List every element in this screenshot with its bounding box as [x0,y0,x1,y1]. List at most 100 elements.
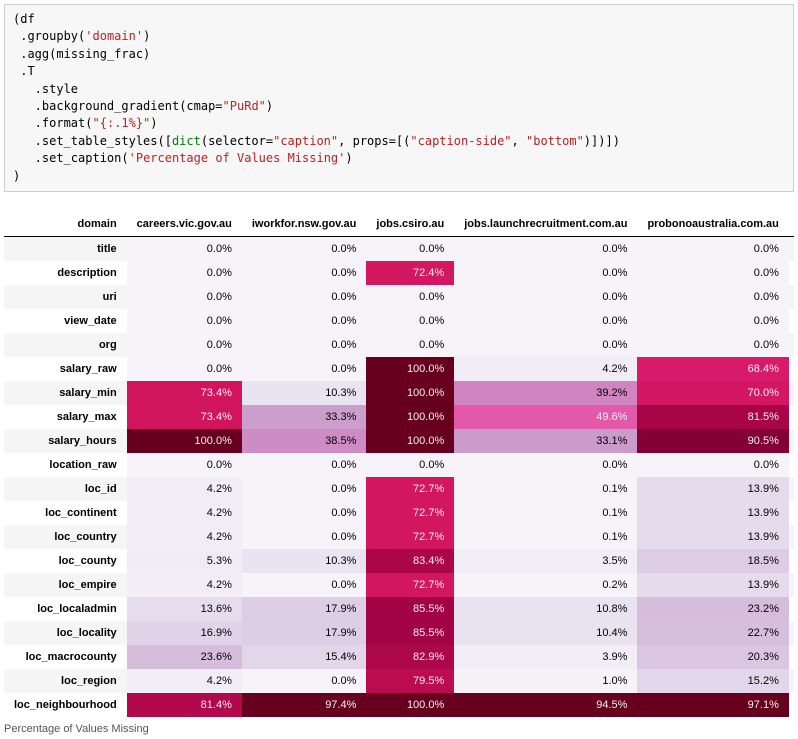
cell-truncated [789,405,794,429]
cell: 0.0% [242,669,367,693]
cell: 0.0% [637,261,788,285]
cell-truncated [789,261,794,285]
cell: 100.0% [366,429,454,453]
cell: 15.4% [242,645,367,669]
cell: 72.7% [366,477,454,501]
row-label: loc_locality [4,621,127,645]
cell: 0.0% [454,261,637,285]
cell: 0.0% [242,453,367,477]
cell: 0.1% [454,501,637,525]
table-row: salary_hours100.0%38.5%100.0%33.1%90.5% [4,429,794,453]
cell: 0.0% [127,236,242,261]
cell: 94.5% [454,693,637,717]
cell: 0.0% [454,453,637,477]
row-label: uri [4,285,127,309]
cell: 0.0% [242,501,367,525]
cell: 10.4% [454,621,637,645]
row-label: loc_county [4,549,127,573]
cell: 0.0% [242,236,367,261]
cell: 82.9% [366,645,454,669]
cell: 16.9% [127,621,242,645]
cell: 4.2% [127,669,242,693]
cell: 100.0% [366,381,454,405]
cell-truncated [789,525,794,549]
cell-truncated [789,573,794,597]
row-label: loc_region [4,669,127,693]
table-row: uri0.0%0.0%0.0%0.0%0.0% [4,285,794,309]
row-label: salary_max [4,405,127,429]
cell: 17.9% [242,597,367,621]
row-label: loc_continent [4,501,127,525]
cell: 0.0% [242,285,367,309]
row-label: loc_id [4,477,127,501]
cell: 0.0% [454,333,637,357]
cell: 97.1% [637,693,788,717]
cell: 18.5% [637,549,788,573]
cell: 81.4% [127,693,242,717]
cell: 0.0% [637,236,788,261]
cell-truncated [789,333,794,357]
cell: 0.0% [637,309,788,333]
cell: 90.5% [637,429,788,453]
cell: 0.0% [637,453,788,477]
cell: 0.0% [366,453,454,477]
cell: 0.0% [366,236,454,261]
cell: 0.0% [242,573,367,597]
cell-truncated [789,381,794,405]
cell: 0.0% [127,285,242,309]
cell: 5.3% [127,549,242,573]
cell-truncated [789,309,794,333]
cell: 100.0% [366,357,454,381]
cell: 0.1% [454,477,637,501]
cell: 0.0% [637,285,788,309]
cell: 73.4% [127,381,242,405]
cell: 4.2% [127,573,242,597]
heatmap-table: Percentage of Values Missing domaincaree… [4,212,794,735]
cell: 13.9% [637,573,788,597]
cell-truncated [789,621,794,645]
cell-truncated [789,453,794,477]
cell: 79.5% [366,669,454,693]
cell: 85.5% [366,621,454,645]
cell: 3.5% [454,549,637,573]
cell: 73.4% [127,405,242,429]
cell: 23.6% [127,645,242,669]
row-label: loc_localadmin [4,597,127,621]
cell: 0.0% [242,309,367,333]
cell: 0.0% [242,477,367,501]
cell: 13.9% [637,477,788,501]
table-row: loc_region4.2%0.0%79.5%1.0%15.2% [4,669,794,693]
table-row: loc_id4.2%0.0%72.7%0.1%13.9% [4,477,794,501]
cell-truncated [789,693,794,717]
code-cell[interactable]: (df .groupby('domain') .agg(missing_frac… [4,4,794,192]
table-row: location_raw0.0%0.0%0.0%0.0%0.0% [4,453,794,477]
cell: 0.1% [454,525,637,549]
cell: 0.0% [454,309,637,333]
row-label: loc_neighbourhood [4,693,127,717]
cell: 72.4% [366,261,454,285]
cell: 4.2% [454,357,637,381]
table-row: loc_empire4.2%0.0%72.7%0.2%13.9% [4,573,794,597]
cell: 0.0% [127,261,242,285]
cell: 3.9% [454,645,637,669]
table-row: description0.0%0.0%72.4%0.0%0.0% [4,261,794,285]
table-row: loc_continent4.2%0.0%72.7%0.1%13.9% [4,501,794,525]
column-header: ww [789,212,794,237]
cell-truncated [789,236,794,261]
row-label: salary_hours [4,429,127,453]
table-row: loc_localadmin13.6%17.9%85.5%10.8%23.2% [4,597,794,621]
row-label: loc_empire [4,573,127,597]
cell: 0.0% [127,453,242,477]
cell: 83.4% [366,549,454,573]
cell-truncated [789,669,794,693]
cell: 10.3% [242,381,367,405]
column-header: jobs.csiro.au [366,212,454,237]
cell: 68.4% [637,357,788,381]
cell: 81.5% [637,405,788,429]
cell-truncated [789,285,794,309]
column-header: probonoaustralia.com.au [637,212,788,237]
table-row: salary_min73.4%10.3%100.0%39.2%70.0% [4,381,794,405]
table-row: loc_county5.3%10.3%83.4%3.5%18.5% [4,549,794,573]
table-caption: Percentage of Values Missing [4,717,794,735]
cell-truncated [789,501,794,525]
